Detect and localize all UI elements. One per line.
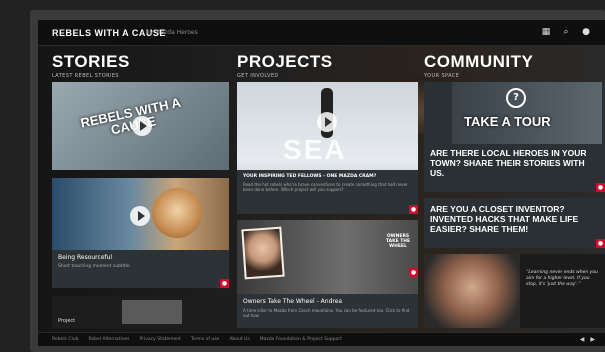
user-icon[interactable]: ● xyxy=(581,27,591,37)
share-badge[interactable]: ● xyxy=(220,279,229,288)
community-card-tour[interactable]: ? TAKE A TOUR ARE THERE LOCAL HEROES IN … xyxy=(424,82,605,192)
story-caption-title: Being Resourceful xyxy=(58,254,113,261)
community-tagline: ARE YOU A CLOSET INVENTOR? INVENTED HACK… xyxy=(430,204,579,234)
story-project-label: Project xyxy=(58,318,76,324)
project-caption: YOUR INSPIRING TED FELLOWS - ONE MAZDA C… xyxy=(237,170,418,214)
stories-subtitle: LATEST REBEL STORIES xyxy=(52,73,120,79)
project-thumb xyxy=(122,300,182,324)
footer-link[interactable]: Rebels Club xyxy=(52,337,78,342)
device-frame: REBELS WITH A CAUSE by Mazda Heroes ▦ ⌕ … xyxy=(0,0,605,352)
brand-subtitle: by Mazda Heroes xyxy=(146,29,198,36)
community-card-quote[interactable]: “Learning never ends when you aim for a … xyxy=(424,254,605,328)
take-a-tour[interactable]: TAKE A TOUR xyxy=(464,114,551,129)
project-caption-sub: Read the hot rebels who're brave convent… xyxy=(243,182,408,192)
play-icon[interactable] xyxy=(130,206,150,226)
project-caption: Owners Take The Wheel - Andrea A time ki… xyxy=(237,294,418,328)
project-caption-sub: A time killer to Mazda from Czech mounta… xyxy=(243,308,410,318)
community-title[interactable]: COMMUNITY xyxy=(424,52,533,72)
grid-icon[interactable]: ▦ xyxy=(541,27,551,37)
stories-title[interactable]: STORIES xyxy=(52,52,130,72)
tour-image xyxy=(452,82,602,144)
stories-column: STORIES LATEST REBEL STORIES xyxy=(52,52,130,79)
projects-title[interactable]: PROJECTS xyxy=(237,52,333,72)
top-bar: REBELS WITH A CAUSE by Mazda Heroes ▦ ⌕ … xyxy=(38,20,605,46)
share-badge[interactable]: ● xyxy=(409,205,418,214)
footer-link[interactable]: About Us xyxy=(229,337,249,342)
story-card-rebels[interactable]: REBELS WITH A CAUSE xyxy=(52,82,229,170)
project-card-owners[interactable]: OWNERS TAKE THE WHEEL Owners Take The Wh… xyxy=(237,220,418,328)
prev-arrow-icon[interactable]: ◀ xyxy=(580,336,585,343)
share-badge[interactable]: ● xyxy=(409,268,418,277)
community-column: COMMUNITY YOUR SPACE xyxy=(424,52,533,79)
rebels-logo: REBELS WITH A CAUSE xyxy=(79,94,183,138)
play-icon[interactable] xyxy=(317,112,337,132)
story-card-project[interactable]: Project xyxy=(52,296,229,328)
search-icon[interactable]: ⌕ xyxy=(561,27,571,37)
app-screen: REBELS WITH A CAUSE by Mazda Heroes ▦ ⌕ … xyxy=(38,20,605,346)
owners-logo: OWNERS TAKE THE WHEEL xyxy=(385,234,411,249)
projects-column: PROJECTS GET INVOLVED xyxy=(237,52,333,79)
footer-link[interactable]: Privacy Statement xyxy=(140,337,181,342)
project-caption-title: YOUR INSPIRING TED FELLOWS - ONE MAZDA C… xyxy=(243,174,377,179)
info-icon: ? xyxy=(506,88,526,108)
community-subtitle: YOUR SPACE xyxy=(424,73,460,79)
projects-subtitle: GET INVOLVED xyxy=(237,73,279,79)
footer-link[interactable]: Rebel Alternatives xyxy=(88,337,129,342)
story-caption-sub: Short teaching moment subtitle xyxy=(58,264,130,269)
footer-bar: Rebels Club Rebel Alternatives Privacy S… xyxy=(38,332,605,346)
share-badge[interactable]: ● xyxy=(596,239,605,248)
community-tagline: ARE THERE LOCAL HEROES IN YOUR TOWN? SHA… xyxy=(430,148,587,178)
footer-link[interactable]: Terms of use xyxy=(191,337,219,342)
project-caption-title: Owners Take The Wheel - Andrea xyxy=(243,298,343,305)
footer-link[interactable]: Mazda Foundation & Project Support xyxy=(260,337,342,342)
community-card-inventor[interactable]: ARE YOU A CLOSET INVENTOR? INVENTED HACK… xyxy=(424,198,605,248)
story-caption: Being Resourceful Short teaching moment … xyxy=(52,250,229,288)
play-icon[interactable] xyxy=(132,116,152,136)
story-card-resourceful[interactable]: Being Resourceful Short teaching moment … xyxy=(52,178,229,288)
hamster-image xyxy=(152,188,202,238)
project-card-sea[interactable]: SEA YOUR INSPIRING TED FELLOWS - ONE MAZ… xyxy=(237,82,418,214)
sea-overlay: SEA xyxy=(283,134,347,165)
share-badge[interactable]: ● xyxy=(596,183,605,192)
quote-portrait xyxy=(424,254,520,328)
andrea-photo xyxy=(241,226,285,280)
next-arrow-icon[interactable]: ▶ xyxy=(590,336,595,343)
quote-text: “Learning never ends when you aim for a … xyxy=(526,270,598,287)
